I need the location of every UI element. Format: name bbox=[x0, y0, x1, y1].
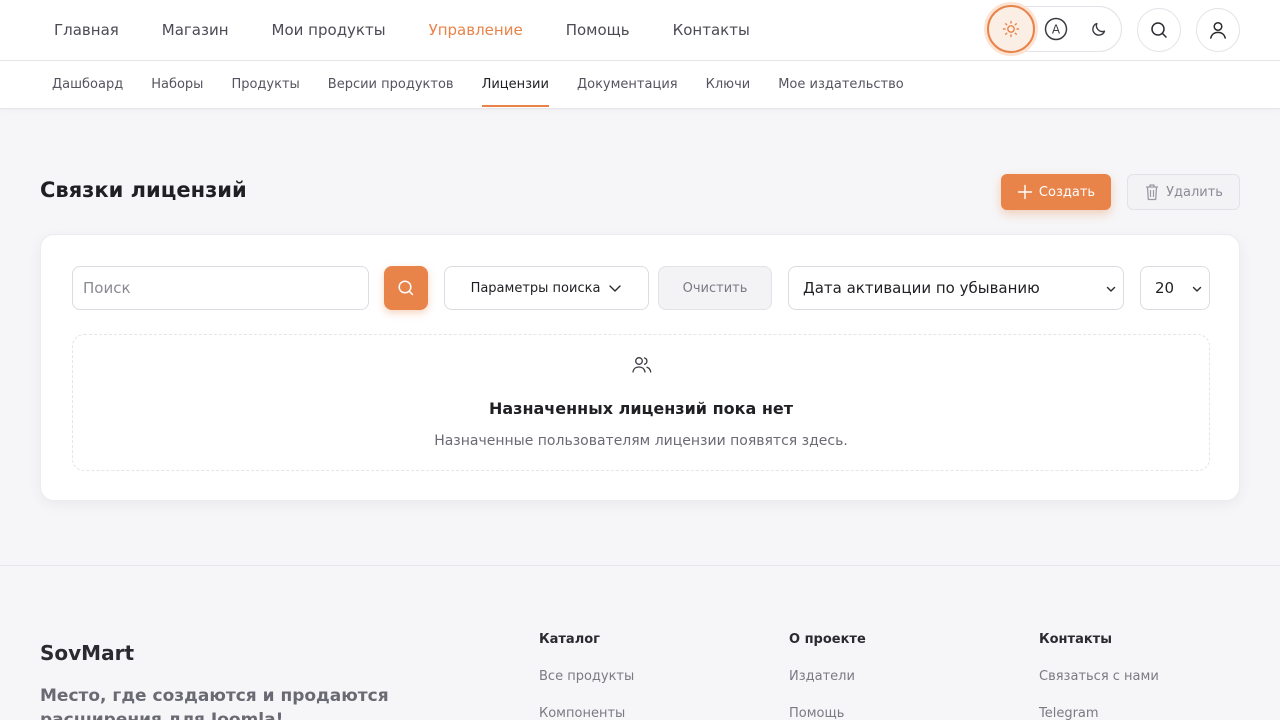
subnav-product-versions[interactable]: Версии продуктов bbox=[328, 61, 454, 109]
footer-brand: SovMart bbox=[40, 641, 135, 665]
nav-help[interactable]: Помощь bbox=[566, 21, 630, 39]
main-menu: Главная Магазин Мои продукты Управление … bbox=[54, 0, 793, 60]
create-button-label: Создать bbox=[1038, 184, 1096, 200]
dark-theme-button[interactable] bbox=[1075, 7, 1123, 51]
footer-link[interactable]: Связаться с нами bbox=[1039, 669, 1159, 684]
users-icon bbox=[632, 357, 652, 373]
subnav-dashboard[interactable]: Дашбоард bbox=[52, 61, 123, 109]
light-theme-button[interactable] bbox=[987, 5, 1035, 53]
footer-link[interactable]: Помощь bbox=[789, 706, 866, 720]
subnav-products[interactable]: Продукты bbox=[231, 61, 299, 109]
subnav-my-publisher[interactable]: Мое издательство bbox=[778, 61, 904, 109]
trash-icon bbox=[1146, 184, 1159, 201]
sub-nav: Дашбоард Наборы Продукты Версии продукто… bbox=[0, 61, 1280, 109]
empty-state: Назначенных лицензий пока нет Назначенны… bbox=[72, 334, 1210, 471]
footer: SovMart Место, где создаются и продаются… bbox=[0, 565, 1280, 720]
subnav-bundles[interactable]: Наборы bbox=[151, 61, 203, 109]
footer-link[interactable]: Telegram bbox=[1039, 706, 1159, 720]
moon-icon bbox=[1092, 22, 1106, 36]
clear-button[interactable]: Очистить bbox=[658, 266, 772, 310]
auto-theme-button[interactable]: A bbox=[1032, 7, 1080, 51]
nav-contacts[interactable]: Контакты bbox=[673, 21, 750, 39]
page-title: Связки лицензий bbox=[40, 178, 247, 202]
search-button[interactable] bbox=[1137, 8, 1181, 52]
create-button[interactable]: Создать bbox=[1001, 174, 1111, 210]
sun-icon bbox=[1002, 20, 1020, 38]
search-params-label: Параметры поиска bbox=[470, 280, 601, 296]
subnav-documentation[interactable]: Документация bbox=[577, 61, 678, 109]
empty-state-title: Назначенных лицензий пока нет bbox=[488, 399, 794, 418]
delete-button-label: Удалить bbox=[1166, 184, 1223, 200]
footer-heading: Каталог bbox=[539, 632, 600, 647]
footer-tagline: Место, где создаются и продаются расшире… bbox=[40, 686, 389, 720]
footer-link[interactable]: Компоненты bbox=[539, 706, 634, 720]
footer-link[interactable]: Все продукты bbox=[539, 669, 634, 684]
theme-switch: A bbox=[986, 5, 1123, 53]
search-input[interactable] bbox=[72, 266, 369, 310]
footer-column-about: О проекте Издатели Помощь bbox=[789, 632, 866, 720]
subnav-keys[interactable]: Ключи bbox=[706, 61, 751, 109]
per-page-value: 20 bbox=[1155, 279, 1175, 297]
per-page-select[interactable]: 20 bbox=[1140, 266, 1210, 310]
search-params-button[interactable]: Параметры поиска bbox=[444, 266, 649, 310]
licenses-card: Параметры поиска Очистить Дата активации… bbox=[40, 234, 1240, 501]
auto-theme-label: A bbox=[1052, 23, 1061, 37]
footer-heading: О проекте bbox=[789, 632, 866, 647]
search-submit-button[interactable] bbox=[384, 266, 428, 310]
sort-select-value: Дата активации по убыванию bbox=[803, 279, 1040, 297]
footer-column-catalog: Каталог Все продукты Компоненты bbox=[539, 632, 634, 720]
chevron-down-icon bbox=[1192, 286, 1202, 292]
chevron-down-icon bbox=[609, 285, 622, 292]
account-button[interactable] bbox=[1196, 8, 1240, 52]
nav-shop[interactable]: Магазин bbox=[162, 21, 229, 39]
nav-home[interactable]: Главная bbox=[54, 21, 119, 39]
clear-button-label: Очистить bbox=[682, 280, 748, 296]
plus-icon bbox=[1017, 184, 1033, 200]
auto-theme-icon: A bbox=[1044, 17, 1068, 41]
top-nav: Главная Магазин Мои продукты Управление … bbox=[0, 0, 1280, 61]
sort-select[interactable]: Дата активации по убыванию bbox=[788, 266, 1124, 310]
footer-link[interactable]: Издатели bbox=[789, 669, 866, 684]
empty-state-description: Назначенные пользователям лицензии появя… bbox=[434, 433, 848, 449]
search-icon bbox=[398, 280, 414, 296]
search-icon bbox=[1151, 22, 1167, 38]
subnav-licenses[interactable]: Лицензии bbox=[481, 61, 550, 109]
footer-heading: Контакты bbox=[1039, 632, 1112, 647]
footer-column-contacts: Контакты Связаться с нами Telegram bbox=[1039, 632, 1159, 720]
chevron-down-icon bbox=[1106, 286, 1116, 292]
user-icon bbox=[1210, 21, 1226, 39]
delete-button[interactable]: Удалить bbox=[1127, 174, 1240, 210]
nav-management[interactable]: Управление bbox=[429, 21, 523, 39]
nav-my-products[interactable]: Мои продукты bbox=[272, 21, 386, 39]
